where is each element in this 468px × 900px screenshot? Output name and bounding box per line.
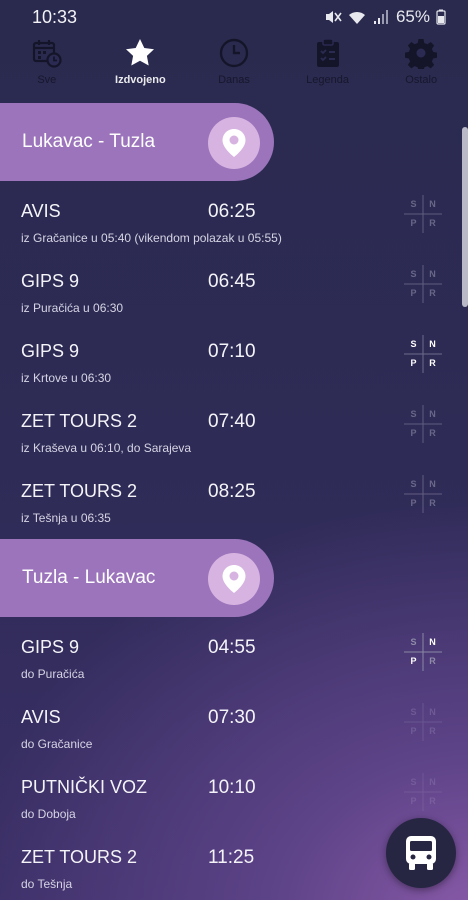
bus-line: ZET TOURS 2 [21, 411, 138, 431]
day-grid-icon: S N P R [404, 405, 442, 443]
departure-time: 11:25 [208, 847, 255, 868]
calendar-clock-icon [30, 36, 64, 70]
bus-line: AVIS [21, 201, 61, 221]
signal-icon [373, 10, 388, 24]
departure-note: do Tešnja [21, 877, 73, 891]
route-header[interactable]: Tuzla - Lukavac [0, 539, 274, 617]
departure-time: 07:30 [208, 707, 256, 728]
schedule-list[interactable]: Lukavac - Tuzla AVIS 06:25 iz Gračanice … [0, 103, 468, 900]
tab-izdvojeno[interactable]: Izdvojeno [94, 36, 188, 98]
list-item[interactable]: AVIS 07:30 do Gračanice S N P R [0, 701, 468, 771]
tab-sve[interactable]: Sve [0, 36, 94, 98]
star-icon [123, 36, 157, 70]
mute-icon [325, 11, 342, 23]
battery-percent: 65% [395, 7, 430, 26]
bus-fab-button[interactable] [386, 818, 456, 888]
tab-sve-label: Sve [37, 74, 57, 86]
departure-note: iz Tešnja u 06:35 [21, 511, 111, 525]
departure-note: iz Puračića u 06:30 [21, 301, 124, 315]
list-item[interactable]: GIPS 9 07:10 iz Krtove u 06:30 S N P R [0, 335, 468, 405]
departure-time: 10:10 [208, 777, 256, 798]
bus-line: AVIS [21, 707, 61, 727]
list-item[interactable]: ZET TOURS 2 07:40 iz Kraševa u 06:10, do… [0, 405, 468, 475]
bus-line: GIPS 9 [21, 637, 80, 657]
battery-icon [436, 9, 446, 25]
departure-note: do Puračića [21, 667, 85, 681]
departure-time: 07:10 [208, 341, 256, 362]
status-bar: 10:33 65% [0, 0, 468, 34]
map-pin-icon [222, 565, 246, 593]
day-grid-icon: S N P R [404, 335, 442, 373]
list-item[interactable]: AVIS 06:25 iz Gračanice u 05:40 (vikendo… [0, 195, 468, 265]
wifi-icon [348, 11, 365, 24]
bus-line: PUTNIČKI VOZ [21, 777, 148, 797]
day-grid-icon: S N P R [404, 265, 442, 303]
departure-note: iz Kraševa u 06:10, do Sarajeva [21, 441, 192, 455]
list-item[interactable]: ZET TOURS 2 08:25 iz Tešnja u 06:35 S N … [0, 475, 468, 539]
route-title: Tuzla - Lukavac [22, 567, 156, 588]
day-grid-icon: S N P R [404, 773, 442, 811]
list-item[interactable]: GIPS 9 06:45 iz Puračića u 06:30 S N P R [0, 265, 468, 335]
departure-time: 08:25 [208, 481, 256, 502]
departure-time: 06:25 [208, 201, 256, 222]
tab-danas-label: Danas [218, 74, 250, 86]
location-button[interactable] [208, 553, 260, 605]
departure-time: 07:40 [208, 411, 256, 432]
status-time: 10:33 [32, 7, 78, 27]
bus-line: GIPS 9 [21, 271, 80, 291]
bus-line: ZET TOURS 2 [21, 847, 138, 867]
departure-note: iz Krtove u 06:30 [21, 371, 112, 385]
bus-line: ZET TOURS 2 [21, 481, 138, 501]
scrollbar[interactable] [462, 127, 468, 307]
tab-ostalo[interactable]: Ostalo [374, 36, 468, 98]
location-button[interactable] [208, 117, 260, 169]
route-header[interactable]: Lukavac - Tuzla [0, 103, 274, 181]
day-grid-icon: S N P R [404, 195, 442, 233]
tab-izdvojeno-label: Izdvojeno [115, 74, 166, 86]
tab-danas[interactable]: Danas [187, 36, 281, 98]
clock-icon [217, 36, 251, 70]
departure-time: 04:55 [208, 637, 256, 658]
route-title: Lukavac - Tuzla [22, 131, 156, 152]
tab-ostalo-label: Ostalo [405, 74, 438, 86]
top-nav: Sve Izdvojeno Danas Legenda Ostalo [0, 36, 468, 98]
departure-note: iz Gračanice u 05:40 (vikendom polazak u… [21, 231, 282, 245]
day-grid-icon: S N P R [404, 633, 442, 671]
day-grid-icon: S N P R [404, 703, 442, 741]
tab-legenda[interactable]: Legenda [281, 36, 375, 98]
departure-time: 06:45 [208, 271, 256, 292]
gear-icon [404, 36, 438, 70]
status-icons: 65% [324, 7, 446, 27]
bus-icon [406, 836, 436, 870]
list-item[interactable]: GIPS 9 04:55 do Puračića S N P R [0, 631, 468, 701]
clipboard-list-icon [311, 36, 345, 70]
day-grid-icon: S N P R [404, 475, 442, 513]
map-pin-icon [222, 129, 246, 157]
tab-legenda-label: Legenda [306, 74, 349, 86]
departure-note: do Doboja [21, 807, 76, 821]
bus-line: GIPS 9 [21, 341, 80, 361]
departure-note: do Gračanice [21, 737, 93, 751]
